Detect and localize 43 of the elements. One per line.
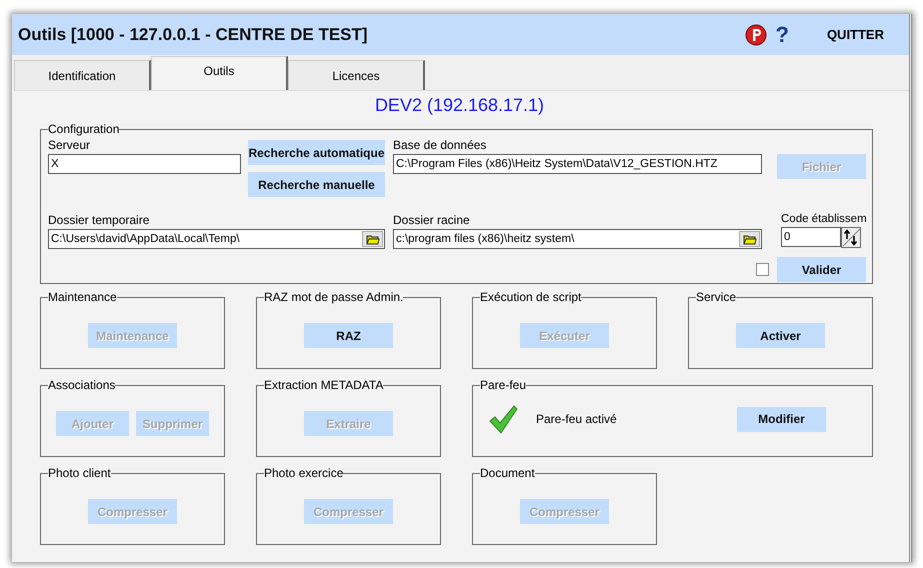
group-title: Configuration [48, 122, 120, 136]
group-title: Associations [48, 378, 116, 392]
folder-icon[interactable] [739, 231, 760, 247]
spinner-icon[interactable] [841, 227, 861, 248]
group-title: RAZ mot de passe Admin. [264, 290, 404, 304]
action-button[interactable]: Modifier [737, 406, 826, 432]
server-heading: DEV2 (192.168.17.1) [374, 95, 546, 116]
action-button[interactable]: Recherche automatique [248, 140, 385, 165]
group-title: Photo client [48, 466, 111, 480]
field-label: Base de données [393, 138, 488, 152]
group-title: Service [696, 290, 736, 304]
folder-icon[interactable] [362, 231, 383, 247]
status-text: Pare-feu activé [536, 412, 617, 426]
field-label: Serveur [48, 138, 92, 152]
group-title: Exécution de script [480, 290, 582, 304]
help-button[interactable]: ? [775, 22, 789, 48]
action-button[interactable]: Valider [777, 257, 866, 282]
action-button[interactable]: Activer [736, 323, 825, 348]
field-value: c:\program files (x86)\heitz system\ [396, 233, 574, 245]
group-title: Document [480, 466, 535, 480]
tab[interactable]: Outils [151, 56, 288, 90]
action-button[interactable]: RAZ [304, 323, 393, 348]
group-title: Pare-feu [480, 378, 526, 392]
action-button[interactable]: Recherche manuelle [248, 172, 385, 197]
field-label: Dossier racine [393, 213, 471, 227]
group-title: Extraction METADATA [264, 378, 384, 392]
tab[interactable]: Identification [14, 60, 151, 90]
tab[interactable]: Licences [288, 60, 425, 90]
input-field[interactable]: c:\program files (x86)\heitz system\ [393, 229, 762, 249]
p-logo-icon[interactable] [745, 24, 768, 46]
group-title: Maintenance [48, 290, 117, 304]
field-label: Dossier temporaire [48, 213, 150, 227]
field-value: C:\Users\david\AppData\Local\Temp\ [51, 233, 240, 245]
field-label: Code établissem [781, 213, 867, 225]
window-title: Outils [1000 - 127.0.0.1 - CENTRE DE TEST] [18, 24, 369, 44]
checkbox[interactable] [756, 263, 769, 276]
group-title: Photo exercice [264, 466, 344, 480]
quit-button[interactable]: QUITTER [826, 27, 884, 42]
number-field[interactable]: 0 [781, 227, 841, 247]
input-field[interactable]: X [48, 154, 241, 174]
check-mark-icon [488, 404, 518, 434]
input-field[interactable]: C:\Program Files (x86)\Heitz System\Data\V12_GESTION.HTZ [393, 154, 762, 174]
input-field[interactable]: C:\Users\david\AppData\Local\Temp\ [48, 229, 385, 249]
